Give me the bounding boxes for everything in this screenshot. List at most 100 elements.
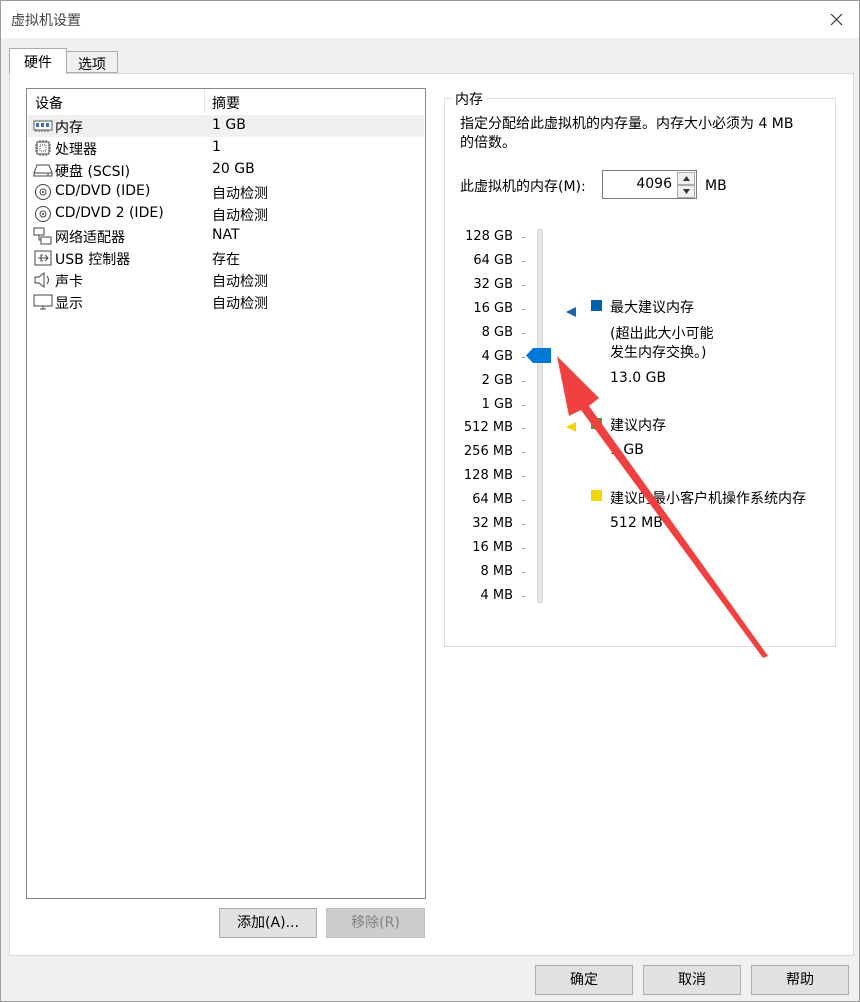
scale-tick <box>522 548 525 549</box>
scale-tick <box>522 500 525 501</box>
close-icon <box>830 13 842 25</box>
device-name: 声卡 <box>55 274 83 290</box>
cd-dvd-icon <box>35 206 51 222</box>
device-summary: 自动检测 <box>212 296 268 312</box>
tab-options[interactable]: 选项 <box>67 51 118 73</box>
max-recommended-note: 发生内存交换。) <box>610 345 707 361</box>
column-separator[interactable] <box>204 89 205 113</box>
max-recommended-marker-icon <box>566 307 576 317</box>
usb-icon <box>34 250 52 266</box>
cd-dvd-icon <box>35 184 51 200</box>
scale-label: 512 MB <box>463 420 513 435</box>
scale-label: 8 GB <box>481 325 513 340</box>
device-list: 设备 摘要 内存 1 GB 处理器 1 硬盘 (SCSI) 20 GB CD/D… <box>26 88 426 899</box>
scale-label: 16 GB <box>473 301 513 316</box>
device-list-header: 设备 摘要 <box>27 89 425 113</box>
memory-description-line: 的倍数。 <box>460 135 516 151</box>
scale-label: 4 MB <box>480 588 513 603</box>
scale-tick <box>522 572 525 573</box>
ok-button[interactable]: 确定 <box>535 965 633 995</box>
device-row-display[interactable]: 显示 自动检测 <box>28 291 424 313</box>
max-recommended-legend-icon <box>591 300 602 311</box>
column-header-device[interactable]: 设备 <box>35 93 63 113</box>
add-device-button[interactable]: 添加(A)... <box>219 908 317 938</box>
memory-slider-thumb[interactable] <box>526 347 552 364</box>
column-header-summary[interactable]: 摘要 <box>212 93 240 113</box>
memory-slider-track[interactable] <box>537 229 543 603</box>
scale-label: 256 MB <box>463 444 513 459</box>
device-name: 内存 <box>55 120 83 136</box>
device-summary: NAT <box>212 227 240 243</box>
min-guest-title: 建议的最小客户机操作系统内存 <box>610 491 806 507</box>
memory-stepper[interactable]: 4096 <box>602 170 697 199</box>
device-row-hard-disk[interactable]: 硬盘 (SCSI) 20 GB <box>28 159 424 181</box>
processor-icon <box>35 140 51 156</box>
stepper-down-button[interactable] <box>677 185 695 198</box>
recommended-title: 建议内存 <box>610 418 666 434</box>
scale-tick <box>522 309 525 310</box>
remove-device-button[interactable]: 移除(R) <box>326 908 425 938</box>
arrow-down-icon <box>682 189 690 194</box>
scale-tick <box>522 476 525 477</box>
device-name: 网络适配器 <box>55 230 125 246</box>
device-row-usb-controller[interactable]: USB 控制器 存在 <box>28 247 424 269</box>
scale-label: 32 MB <box>472 516 513 531</box>
display-icon <box>33 294 53 310</box>
device-row-cd-dvd[interactable]: CD/DVD (IDE) 自动检测 <box>28 181 424 203</box>
scale-tick <box>522 333 525 334</box>
hard-disk-icon <box>33 164 53 177</box>
device-name: USB 控制器 <box>55 252 131 268</box>
scale-label: 4 GB <box>481 349 513 364</box>
device-summary: 1 <box>212 139 221 155</box>
device-row-memory[interactable]: 内存 1 GB <box>28 115 424 137</box>
device-name: 处理器 <box>55 142 97 158</box>
arrow-up-icon <box>682 176 690 181</box>
memory-unit-label: MB <box>705 178 727 194</box>
recommended-marker-icon <box>566 398 576 408</box>
vm-settings-dialog: 虚拟机设置 硬件 选项 设备 摘要 内存 1 GB 处理器 1 硬盘 (SCSI… <box>0 0 860 1002</box>
device-name: 硬盘 (SCSI) <box>55 164 131 180</box>
memory-group-title: 内存 <box>452 89 486 109</box>
device-row-cd-dvd-2[interactable]: CD/DVD 2 (IDE) 自动检测 <box>28 203 424 225</box>
device-summary: 存在 <box>212 252 240 268</box>
scale-tick <box>522 357 525 358</box>
scale-label: 16 MB <box>472 540 513 555</box>
max-recommended-title: 最大建议内存 <box>610 300 694 316</box>
device-summary: 自动检测 <box>212 274 268 290</box>
min-guest-marker-icon <box>566 422 576 432</box>
recommended-legend-icon <box>591 418 602 429</box>
scale-label: 1 GB <box>481 397 513 412</box>
sound-card-icon <box>34 271 49 289</box>
device-summary: 20 GB <box>212 161 255 177</box>
memory-description-line: 指定分配给此虚拟机的内存量。内存大小必须为 4 MB <box>460 116 794 132</box>
device-summary: 自动检测 <box>212 208 268 224</box>
scale-label: 128 MB <box>463 468 513 483</box>
scale-label: 32 GB <box>473 277 513 292</box>
memory-icon <box>33 120 53 132</box>
scale-tick <box>522 285 525 286</box>
stepper-up-button[interactable] <box>677 172 695 185</box>
scale-label: 128 GB <box>465 229 513 244</box>
scale-label: 2 GB <box>481 373 513 388</box>
scale-label: 8 MB <box>480 564 513 579</box>
device-row-processor[interactable]: 处理器 1 <box>28 137 424 159</box>
scale-tick <box>522 428 525 429</box>
title-bar: 虚拟机设置 <box>1 1 859 38</box>
device-name: 显示 <box>55 296 83 312</box>
memory-input[interactable]: 4096 <box>636 176 672 192</box>
close-button[interactable] <box>813 1 859 37</box>
scale-tick <box>522 381 525 382</box>
network-adapter-icon <box>33 227 52 245</box>
scale-tick <box>522 237 525 238</box>
help-button[interactable]: 帮助 <box>751 965 849 995</box>
recommended-value: 1 GB <box>610 442 644 458</box>
scale-tick <box>522 405 525 406</box>
tab-hardware[interactable]: 硬件 <box>9 48 67 74</box>
device-row-network-adapter[interactable]: 网络适配器 NAT <box>28 225 424 247</box>
max-recommended-note: (超出此大小可能 <box>610 326 714 342</box>
device-row-sound-card[interactable]: 声卡 自动检测 <box>28 269 424 291</box>
device-name: CD/DVD (IDE) <box>55 183 151 199</box>
scale-tick <box>522 596 525 597</box>
cancel-button[interactable]: 取消 <box>643 965 741 995</box>
device-summary: 自动检测 <box>212 186 268 202</box>
